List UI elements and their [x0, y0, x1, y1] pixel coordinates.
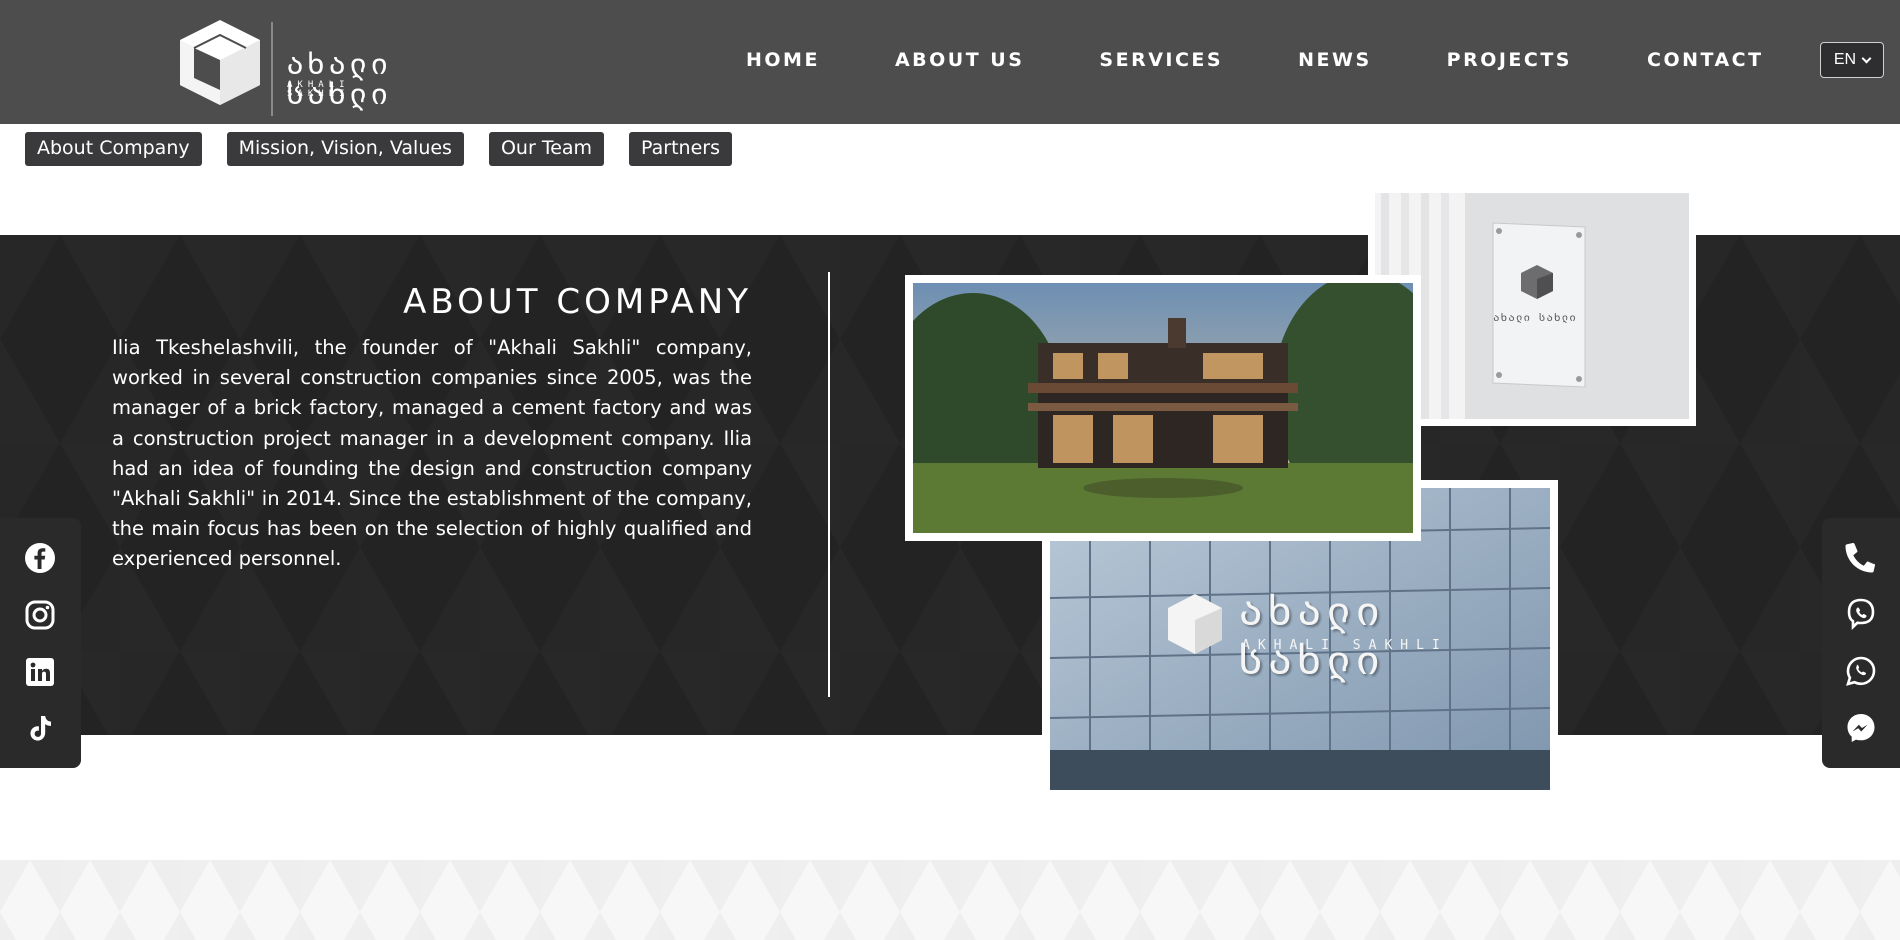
language-select[interactable]: EN — [1820, 42, 1884, 78]
whatsapp-icon[interactable] — [1844, 654, 1878, 688]
site-header: ახალი სახლი AKHALI SAKHLI HOME ABOUT US … — [0, 0, 1900, 124]
contact-links-bar — [1822, 518, 1900, 768]
nav-projects[interactable]: PROJECTS — [1447, 49, 1572, 71]
nav-news[interactable]: NEWS — [1298, 49, 1372, 71]
facebook-icon[interactable] — [23, 541, 57, 575]
nav-services[interactable]: SERVICES — [1099, 49, 1223, 71]
nav-about-us[interactable]: ABOUT US — [895, 49, 1024, 71]
nav-contact[interactable]: CONTACT — [1647, 49, 1764, 71]
instagram-icon[interactable] — [23, 598, 57, 632]
phone-icon[interactable] — [1844, 540, 1878, 574]
logo-divider — [271, 22, 273, 116]
section-title: ABOUT COMPANY — [403, 282, 752, 322]
logo-cube-icon — [180, 20, 260, 105]
linkedin-icon[interactable] — [23, 655, 57, 689]
nav-home[interactable]: HOME — [746, 49, 820, 71]
building-subtitle: AKHALI SAKHLI — [1242, 638, 1448, 653]
tab-our-team[interactable]: Our Team — [488, 132, 605, 166]
sign-plate-image — [1375, 193, 1689, 419]
about-subnav: About Company Mission, Vision, Values Ou… — [25, 132, 757, 166]
house-exterior-image — [913, 283, 1413, 533]
language-value: EN — [1833, 51, 1857, 68]
sign-wordmark: ახალი სახლი — [1493, 311, 1577, 324]
tab-about-company[interactable]: About Company — [25, 132, 202, 166]
vertical-divider — [828, 272, 830, 697]
tab-partners[interactable]: Partners — [629, 132, 732, 166]
building-wordmark: ახალი სახლი — [1238, 586, 1385, 684]
company-logo[interactable]: ახალი სახლი AKHALI SAKHLI — [180, 10, 420, 116]
viber-icon[interactable] — [1844, 597, 1878, 631]
house-photo — [905, 275, 1421, 541]
main-nav: HOME ABOUT US SERVICES NEWS PROJECTS CON… — [746, 49, 1764, 71]
footer-pattern-strip — [0, 860, 1900, 940]
chevron-down-icon — [1861, 53, 1872, 63]
tab-mission-vision-values[interactable]: Mission, Vision, Values — [226, 132, 464, 166]
about-paragraph: Ilia Tkeshelashvili, the founder of "Akh… — [112, 336, 752, 571]
social-links-bar — [0, 518, 81, 768]
tiktok-icon[interactable] — [23, 712, 57, 746]
messenger-icon[interactable] — [1844, 711, 1878, 745]
logo-subtitle: AKHALI SAKHLI — [287, 80, 350, 99]
